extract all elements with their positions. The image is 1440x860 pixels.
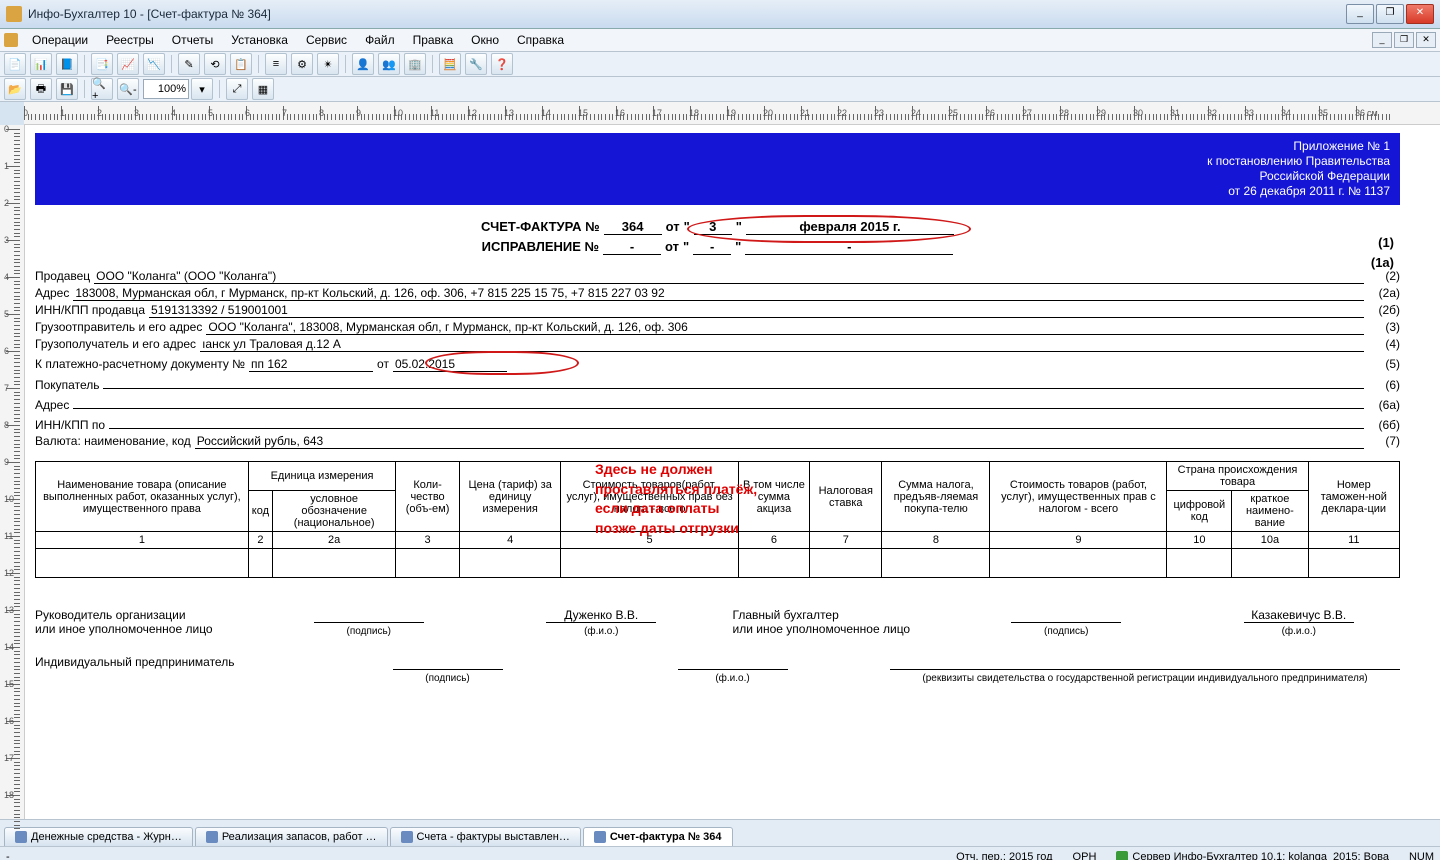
zoom-dropdown[interactable]: ▾ [191, 78, 213, 100]
status-orn: ОРН [1073, 851, 1097, 860]
window-title: Инфо-Бухгалтер 10 - [Счет-фактура № 364] [28, 7, 1346, 21]
tab-icon [206, 831, 218, 843]
open-button[interactable]: 📂 [4, 78, 26, 100]
tab-icon [594, 831, 606, 843]
shipper-value: ООО "Коланга", 183008, Мурманская обл, г… [206, 320, 1364, 335]
menu-operations[interactable]: Операции [24, 31, 96, 49]
tab-icon [15, 831, 27, 843]
corr-number: - [603, 239, 661, 255]
close-button[interactable]: ✕ [1406, 4, 1434, 24]
tool-icon[interactable]: 👤 [352, 53, 374, 75]
server-icon [1116, 851, 1128, 860]
tool-icon[interactable]: 📘 [56, 53, 78, 75]
maximize-button[interactable]: ❐ [1376, 4, 1404, 24]
tool-icon[interactable]: 📄 [4, 53, 26, 75]
tool-icon[interactable]: ≡ [265, 53, 287, 75]
tool-icon[interactable]: 🔧 [465, 53, 487, 75]
menu-file[interactable]: Файл [357, 31, 403, 49]
tool-icon[interactable]: 📈 [117, 53, 139, 75]
sf-day: 3 [694, 219, 732, 235]
corr-label: ИСПРАВЛЕНИЕ № [482, 239, 599, 254]
tool-icon[interactable]: 📋 [230, 53, 252, 75]
app-icon [6, 6, 22, 22]
sf-label: СЧЕТ-ФАКТУРА № [481, 219, 600, 234]
tool-icon[interactable]: ✎ [178, 53, 200, 75]
paydoc-number: пп 162 [249, 357, 373, 372]
buyer-address [73, 394, 1364, 409]
tab-icon [401, 831, 413, 843]
grid-button[interactable]: ▦ [252, 78, 274, 100]
tab[interactable]: Реализация запасов, работ … [195, 827, 388, 846]
menu-service[interactable]: Сервис [298, 31, 355, 49]
menu-edit[interactable]: Правка [405, 31, 462, 49]
annotation-text: Здесь не должен проставляться платёж, ес… [595, 460, 757, 538]
consignee-value: ıанск ул Траловая д.12 А [200, 337, 1364, 352]
zoom-out-button[interactable]: 🔍- [117, 78, 139, 100]
document-viewport[interactable]: Приложение № 1 к постановлению Правитель… [25, 125, 1440, 819]
statusbar: - Отч. пер.: 2015 год ОРН Сервер Инфо-Бу… [0, 846, 1440, 860]
accountant-name: Казакевичус В.В. [1244, 608, 1354, 623]
tool-icon[interactable]: 🏢 [404, 53, 426, 75]
minimize-button[interactable]: _ [1346, 4, 1374, 24]
mdi-minimize-button[interactable]: _ [1372, 32, 1392, 48]
toolbar-view: 📂 🖶 💾 🔍+ 🔍- ▾ ⤢ ▦ [0, 77, 1440, 102]
doc-icon [4, 33, 18, 47]
seller-inn: 5191313392 / 519001001 [149, 303, 1364, 318]
buyer-inn [109, 414, 1364, 429]
menu-setup[interactable]: Установка [223, 31, 296, 49]
sf-number: 364 [604, 219, 662, 235]
zoom-input[interactable] [143, 79, 189, 99]
tool-icon[interactable]: ⟲ [204, 53, 226, 75]
tool-icon[interactable]: 🧮 [439, 53, 461, 75]
ruler-vertical: 0123456789101112131415161718 [0, 125, 25, 819]
menu-registers[interactable]: Реестры [98, 31, 162, 49]
fit-button[interactable]: ⤢ [226, 78, 248, 100]
toolbar-main: 📄 📊 📘 📑 📈 📉 ✎ ⟲ 📋 ≡ ⚙ ✴ 👤 👥 🏢 🧮 🔧 ❓ [0, 52, 1440, 77]
document-tabs: Денежные средства - Журн…Реализация запа… [0, 819, 1440, 846]
tab[interactable]: Счет-фактура № 364 [583, 827, 733, 846]
tool-icon[interactable]: ❓ [491, 53, 513, 75]
sf-month-year: февраля 2015 г. [746, 219, 954, 235]
appendix-header: Приложение № 1 к постановлению Правитель… [35, 133, 1400, 205]
tool-icon[interactable]: ⚙ [291, 53, 313, 75]
mdi-restore-button[interactable]: ❐ [1394, 32, 1414, 48]
buyer-value [103, 374, 1364, 389]
seller-value: ООО "Коланга" (ООО "Коланга") [94, 269, 1364, 284]
table-row [36, 549, 1400, 578]
head-name: Дуженко В.В. [546, 608, 656, 623]
ruler-horizontal: 0123456789101112131415161718192021222324… [24, 102, 1440, 125]
menu-reports[interactable]: Отчеты [164, 31, 221, 49]
save-button[interactable]: 💾 [56, 78, 78, 100]
tool-icon[interactable]: ✴ [317, 53, 339, 75]
currency-value: Российский рубль, 643 [195, 434, 1364, 449]
paydoc-date: 05.02.2015 [393, 357, 507, 372]
tool-icon[interactable]: 📊 [30, 53, 52, 75]
status-period: Отч. пер.: 2015 год [956, 851, 1052, 860]
window-titlebar: Инфо-Бухгалтер 10 - [Счет-фактура № 364]… [0, 0, 1440, 29]
menu-window[interactable]: Окно [463, 31, 507, 49]
menu-help[interactable]: Справка [509, 31, 572, 49]
tab[interactable]: Счета - фактуры выставлен… [390, 827, 581, 846]
status-num: NUM [1409, 851, 1434, 860]
menubar: Операции Реестры Отчеты Установка Сервис… [0, 29, 1440, 52]
status-server: Сервер Инфо-Бухгалтер 10.1: kolanga_2015… [1132, 851, 1389, 860]
print-button[interactable]: 🖶 [30, 78, 52, 100]
seller-address: 183008, Мурманская обл, г Мурманск, пр-к… [73, 286, 1364, 301]
zoom-in-button[interactable]: 🔍+ [91, 78, 113, 100]
tab[interactable]: Денежные средства - Журн… [4, 827, 193, 846]
tool-icon[interactable]: 📉 [143, 53, 165, 75]
tool-icon[interactable]: 👥 [378, 53, 400, 75]
tool-icon[interactable]: 📑 [91, 53, 113, 75]
mdi-close-button[interactable]: ✕ [1416, 32, 1436, 48]
